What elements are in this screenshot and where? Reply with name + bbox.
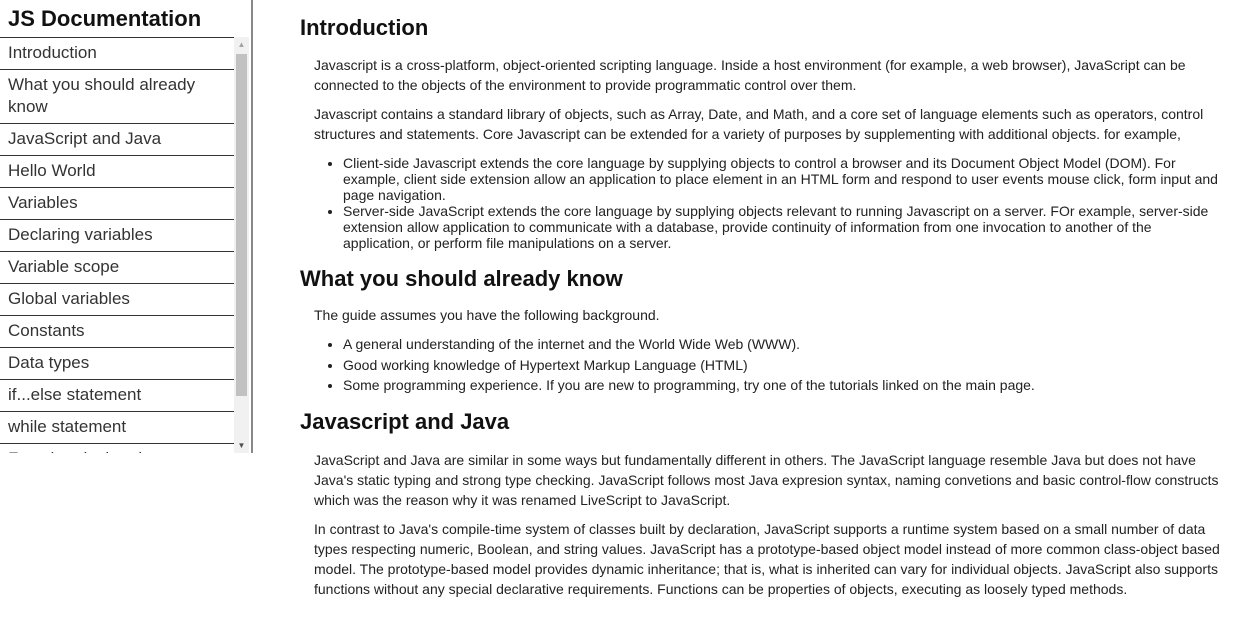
nav-link-data-types[interactable]: Data types (0, 347, 234, 379)
nav-link-if-else-statement[interactable]: if...else statement (0, 379, 234, 411)
paragraph: The guide assumes you have the following… (314, 307, 660, 323)
nav-link-what-you-should-already-know[interactable]: What you should already know (0, 69, 234, 123)
section-heading-what-you-should-already-know: What you should already know (300, 266, 623, 291)
list-item: Some programming experience. If you are … (343, 375, 1220, 396)
section-introduction: Introduction Javascript is a cross-platf… (300, 0, 1220, 251)
section-what-you-should-already-know: What you should already know The guide a… (300, 251, 1220, 396)
scrollbar-thumb[interactable] (236, 54, 247, 396)
paragraph: In contrast to Java's compile-time syste… (314, 520, 1220, 597)
nav-link-function-declarations[interactable]: Function declarations (0, 443, 234, 453)
list-item: A general understanding of the internet … (343, 334, 1220, 355)
paragraph: Javascript is a cross-platform, object-o… (314, 57, 1186, 93)
nav-link-global-variables[interactable]: Global variables (0, 283, 234, 315)
nav-list: Introduction What you should already kno… (0, 37, 234, 453)
list-item: Good working knowledge of Hypertext Mark… (343, 355, 1220, 376)
main-doc: Introduction Javascript is a cross-platf… (300, 0, 1220, 628)
section-heading-introduction: Introduction (300, 15, 429, 40)
section-javascript-and-java: Javascript and Java JavaScript and Java … (300, 396, 1220, 599)
bullet-list: Client-side Javascript extends the core … (300, 144, 1220, 251)
nav-link-declaring-variables[interactable]: Declaring variables (0, 219, 234, 251)
sidebar-scrollbar[interactable]: ▲ ▼ (234, 37, 249, 453)
nav-link-introduction[interactable]: Introduction (0, 37, 234, 69)
nav-link-javascript-and-java[interactable]: JavaScript and Java (0, 123, 234, 155)
section-heading-javascript-and-java: Javascript and Java (300, 408, 510, 434)
arrow-down-icon[interactable]: ▼ (234, 438, 249, 453)
list-item: Client-side Javascript extends the core … (343, 155, 1220, 203)
nav-link-variable-scope[interactable]: Variable scope (0, 251, 234, 283)
arrow-up-icon[interactable]: ▲ (234, 37, 249, 52)
bullet-list: A general understanding of the internet … (300, 325, 1220, 396)
list-item: Server-side JavaScript extends the core … (343, 203, 1220, 251)
paragraph: Javascript contains a standard library o… (314, 106, 1204, 142)
navbar: JS Documentation Introduction What you s… (0, 0, 253, 453)
nav-link-variables[interactable]: Variables (0, 187, 234, 219)
nav-link-hello-world[interactable]: Hello World (0, 155, 234, 187)
paragraph: JavaScript and Java are similar in some … (314, 451, 1219, 508)
sidebar-title: JS Documentation (8, 6, 202, 31)
nav-link-while-statement[interactable]: while statement (0, 411, 234, 443)
nav-link-constants[interactable]: Constants (0, 315, 234, 347)
